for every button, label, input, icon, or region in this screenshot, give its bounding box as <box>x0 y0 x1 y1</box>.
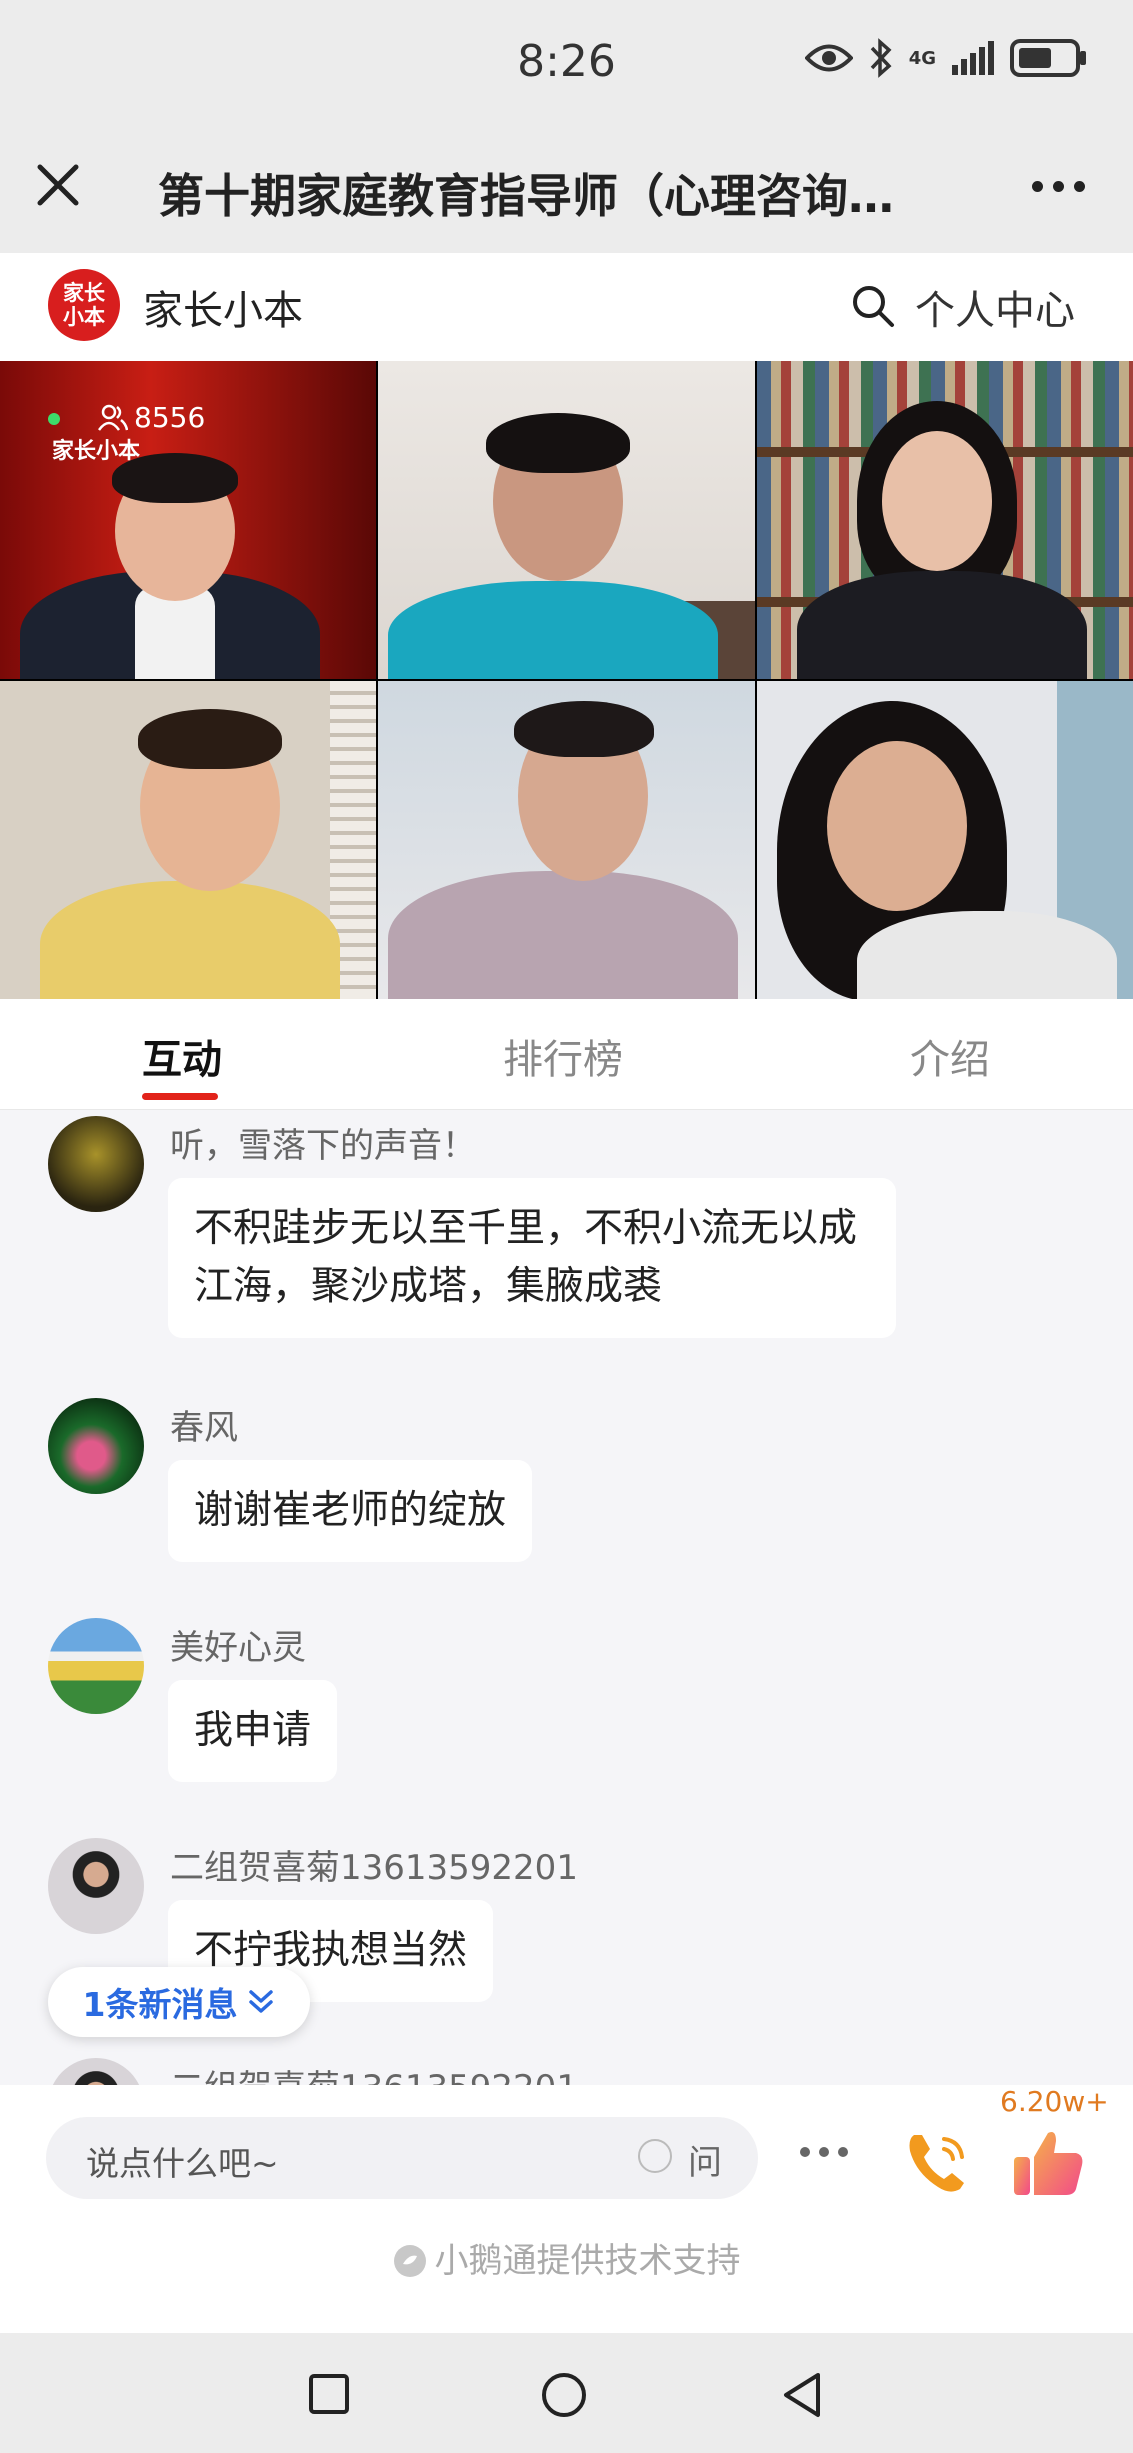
active-tab-indicator <box>142 1093 218 1100</box>
chat-list[interactable]: 听，雪落下的声音！ 不积跬步无以至千里，不积小流无以成江海，聚沙成塔，集腋成裘 … <box>0 1110 1133 2085</box>
title-bar: 第十期家庭教育指导师（心理咨询… <box>0 125 1133 253</box>
status-bar: 8:26 4G <box>0 0 1133 125</box>
avatar[interactable] <box>48 1116 144 1212</box>
live-indicator <box>48 413 60 425</box>
signal-icon <box>952 41 994 75</box>
message-bubble: 谢谢崔老师的绽放 <box>168 1460 533 1562</box>
message-username: 美好心灵 <box>170 1628 306 1668</box>
tab-ranking[interactable]: 排行榜 <box>503 1027 623 1085</box>
tab-introduction[interactable]: 介绍 <box>910 1027 990 1085</box>
back-icon[interactable] <box>780 2371 824 2419</box>
ask-question-toggle[interactable] <box>638 2139 672 2173</box>
new-messages-button[interactable]: 1条新消息 <box>48 1967 310 2037</box>
comment-input[interactable]: 说点什么吧~ 问 <box>46 2117 758 2199</box>
video-grid[interactable]: 8556 家长小本 <box>0 361 1133 999</box>
ask-question-label: 问 <box>688 2143 722 2183</box>
video-watermark: 家长小本 <box>52 439 141 464</box>
brand-bar: 家长小本 家长小本 个人中心 <box>0 253 1133 361</box>
avatar[interactable] <box>48 2058 144 2085</box>
avatar[interactable] <box>48 1398 144 1494</box>
network-label: 4G <box>908 47 936 69</box>
comment-placeholder: 说点什么吧~ <box>86 2144 279 2183</box>
close-icon <box>37 164 79 206</box>
message-bubble: 我申请 <box>168 1680 338 1782</box>
message-username: 二组贺喜菊13613592201 <box>170 2060 578 2085</box>
new-messages-label: 1条新消息 <box>82 1985 238 2024</box>
brand-logo: 家长小本 <box>48 269 120 341</box>
personal-center-link[interactable]: 个人中心 <box>915 278 1075 336</box>
avatar[interactable] <box>48 1618 144 1714</box>
video-tile-host[interactable]: 8556 家长小本 <box>0 361 376 679</box>
phone-icon <box>909 2135 964 2192</box>
tab-interaction[interactable]: 互动 <box>142 1027 222 1085</box>
bottom-bar: 说点什么吧~ 问 6.20w+ 小鹅通提供技术支持 <box>0 2085 1133 2333</box>
brand-name[interactable]: 家长小本 <box>143 278 303 336</box>
viewer-count: 8556 <box>98 401 205 434</box>
more-options-button[interactable] <box>1023 161 1093 211</box>
search-button[interactable] <box>850 283 896 329</box>
message-bubble: 不积跬步无以至千里，不积小流无以成江海，聚沙成塔，集腋成裘 <box>168 1178 896 1338</box>
tab-bar: 互动 排行榜 介绍 <box>0 999 1133 1110</box>
battery-icon <box>1010 39 1086 77</box>
video-tile-4[interactable] <box>0 681 376 999</box>
brand-logo-text: 家长小本 <box>63 281 105 329</box>
close-button[interactable] <box>28 155 88 215</box>
likes-count: 6.20w+ <box>1000 2085 1109 2118</box>
like-button[interactable] <box>1008 2123 1088 2203</box>
thumbs-up-icon <box>1014 2132 1083 2195</box>
home-icon[interactable] <box>540 2371 588 2419</box>
message-username: 听，雪落下的声音！ <box>170 1126 476 1166</box>
video-tile-5[interactable] <box>378 681 755 999</box>
message-username: 春风 <box>170 1408 238 1448</box>
viewers-icon <box>98 404 128 431</box>
double-chevron-down-icon <box>249 1990 274 2013</box>
search-icon <box>853 286 894 327</box>
eye-icon <box>804 44 853 72</box>
xiaoe-logo-icon <box>393 2245 426 2277</box>
video-tile-2[interactable] <box>378 361 755 679</box>
recent-apps-icon[interactable] <box>308 2373 350 2415</box>
video-tile-6[interactable] <box>757 681 1133 999</box>
message-username: 二组贺喜菊13613592201 <box>170 1848 578 1888</box>
avatar[interactable] <box>48 1838 144 1934</box>
more-actions-button[interactable] <box>800 2147 848 2157</box>
system-nav-bar <box>0 2333 1133 2453</box>
call-button[interactable] <box>900 2125 976 2201</box>
tech-support-footer: 小鹅通提供技术支持 <box>0 2233 1133 2282</box>
page-title: 第十期家庭教育指导师（心理咨询… <box>158 169 894 223</box>
video-tile-3[interactable] <box>757 361 1133 679</box>
status-icons: 4G <box>804 38 1088 78</box>
bluetooth-icon <box>870 38 892 78</box>
